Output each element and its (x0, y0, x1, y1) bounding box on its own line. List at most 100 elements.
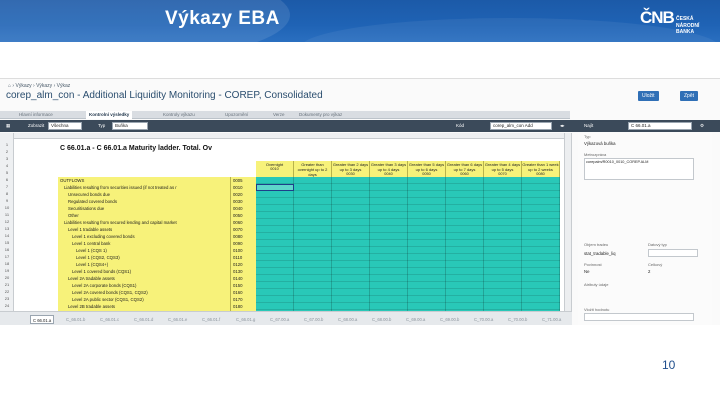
row-number[interactable]: 17 (0, 253, 14, 260)
sheet-tab[interactable]: C_70.00.a (472, 315, 495, 324)
column-header-bar (14, 133, 571, 139)
column-header-label: Greater than 1 week up to 2 weeks (522, 162, 559, 172)
row-number[interactable]: 8 (0, 190, 14, 197)
sheet-tab[interactable]: C_66.01.g (234, 315, 257, 324)
row-number[interactable]: 14 (0, 232, 14, 239)
row-label: Level 2A tradable assets (68, 276, 115, 281)
row-number[interactable]: 6 (0, 176, 14, 183)
sheet-tab[interactable]: C_66.01.c (98, 315, 121, 324)
spreadsheet[interactable]: 1234567891011121314151617181920212223242… (0, 133, 572, 311)
slide-title: Výkazy EBA (165, 8, 280, 29)
column-header-label: Greater than 3 days up to 4 days (370, 162, 407, 172)
sheet-tab[interactable]: C_70.00.b (506, 315, 529, 324)
row-number[interactable]: 3 (0, 155, 14, 162)
tab-main-info[interactable]: Hlavní informace (16, 111, 56, 119)
breadcrumb-item: Výkaz (56, 83, 71, 89)
name-label: Metrozpráva (584, 152, 607, 157)
sheet-tab[interactable]: C 66.01.a (30, 315, 55, 324)
row-number[interactable]: 21 (0, 281, 14, 288)
row-number[interactable]: 22 (0, 288, 14, 295)
row-number[interactable]: 10 (0, 204, 14, 211)
type-value: Výkazová buňka (584, 141, 616, 146)
sheet-tab[interactable]: C_68.00.a (336, 315, 359, 324)
row-number[interactable]: 7 (0, 183, 14, 190)
row-number[interactable]: 19 (0, 267, 14, 274)
find-label: Najít (584, 123, 594, 128)
breadcrumb-item[interactable]: Výkazy (36, 83, 52, 89)
row-number[interactable]: 2 (0, 148, 14, 155)
row-code: 0010 (233, 185, 243, 190)
column-header: Greater than 1 week up to 2 weeks 0080 (522, 161, 560, 177)
app-screenshot: ⌂ › Výkazy › Výkazy › Výkaz corep_alm_co… (0, 78, 720, 325)
row-number[interactable]: 18 (0, 260, 14, 267)
code-select[interactable]: corep_alm_con Add (490, 122, 552, 130)
sheet-tab[interactable]: C_67.00.b (302, 315, 325, 324)
type-select[interactable]: Buňka (112, 122, 148, 130)
row-code: 0120 (233, 262, 243, 267)
back-button[interactable]: Zpět (680, 91, 699, 101)
datatype-field[interactable] (648, 249, 698, 257)
row-label: Other (68, 213, 79, 218)
breadcrumb-item[interactable]: Výkazy (15, 83, 31, 89)
sheet-tab[interactable]: C_71.00.a (540, 315, 563, 324)
row-label: Level 2A public sector (CQS1, CQS2) (72, 297, 144, 302)
logo-mark: ČNB (640, 8, 675, 27)
sheet-tab[interactable]: C_66.01.e (166, 315, 189, 324)
tab-check-results[interactable]: Kontrolní výsledky (86, 111, 133, 119)
vertical-scrollbar[interactable] (564, 133, 571, 311)
row-code: 0150 (233, 283, 243, 288)
row-number[interactable]: 4 (0, 162, 14, 169)
tab-notices[interactable]: Upozornění (222, 111, 251, 119)
page-number: 10 (662, 358, 676, 372)
tab-report-checks[interactable]: Kontroly výkazu (160, 111, 198, 119)
row-label: Level 1 central bank (72, 241, 111, 246)
row-labels: OUTFLOWS Liabilities resulting from secur… (58, 177, 230, 311)
sheet-tab[interactable]: C_66.01.b (64, 315, 87, 324)
report-tabs: Hlavní informace Kontrolní výsledky Kont… (0, 111, 570, 119)
row-code: 0070 (233, 227, 243, 232)
row-label: Level 1 (CQS2, CQS3) (76, 255, 120, 260)
sheet-tab[interactable]: C_67.00.a (268, 315, 291, 324)
required-label: Povinnost (584, 262, 602, 267)
row-label: Liabilities resulting from securities is… (64, 185, 177, 190)
type-label: Typ (98, 123, 106, 128)
row-number[interactable]: 13 (0, 225, 14, 232)
tab-versions[interactable]: Verze (270, 111, 288, 119)
settings-icon[interactable]: ⚙ (700, 122, 704, 130)
sheet-tab[interactable]: C_69.00.a (404, 315, 427, 324)
data-cells[interactable] (256, 177, 560, 311)
sheet-toolbar: ▦ Zobrazit Všechna Typ Buňka Kód corep_a… (0, 120, 720, 132)
row-number[interactable]: 1 (0, 141, 14, 148)
owner-label: Objem tradeu (584, 242, 609, 247)
nav-arrows-icon[interactable]: ◂▸ (560, 122, 565, 130)
value-input[interactable] (584, 313, 694, 321)
tab-documents[interactable]: Dokumenty pro výkaz (296, 111, 345, 119)
sheet-tab[interactable]: C_69.00.b (438, 315, 461, 324)
row-number[interactable]: 16 (0, 246, 14, 253)
row-number[interactable]: 23 (0, 295, 14, 302)
selected-cell[interactable] (256, 184, 294, 191)
row-number[interactable]: 5 (0, 169, 14, 176)
row-number[interactable]: 11 (0, 211, 14, 218)
grid-icon[interactable]: ▦ (6, 122, 10, 130)
save-button[interactable]: Uložit (638, 91, 659, 101)
sheet-tab[interactable]: C_66.01.d (132, 315, 155, 324)
view-select[interactable]: Všechna (48, 122, 82, 130)
row-number[interactable]: 9 (0, 197, 14, 204)
find-input[interactable]: C 66.01.a (628, 122, 692, 130)
sheet-tab[interactable]: C_68.00.b (370, 315, 393, 324)
column-header: Overnight 0010 (256, 161, 294, 177)
row-number[interactable]: 20 (0, 274, 14, 281)
row-number[interactable]: 24 (0, 302, 14, 309)
value-label: Vložit hodnotu (584, 307, 610, 312)
sheet-tab[interactable]: C_66.01.f (200, 315, 222, 324)
row-number[interactable]: 12 (0, 218, 14, 225)
row-code: 0080 (233, 234, 243, 239)
row-number[interactable]: 15 (0, 239, 14, 246)
column-header-label: Greater than 2 days up to 3 days (332, 162, 369, 172)
row-label: Level 1 tradable assets (68, 227, 113, 232)
home-icon[interactable]: ⌂ (8, 83, 11, 89)
row-label: Level 1 covered bonds (CQS1) (72, 269, 131, 274)
report-title: corep_alm_con - Additional Liquidity Mon… (6, 90, 323, 101)
row-code: 0050 (233, 213, 243, 218)
